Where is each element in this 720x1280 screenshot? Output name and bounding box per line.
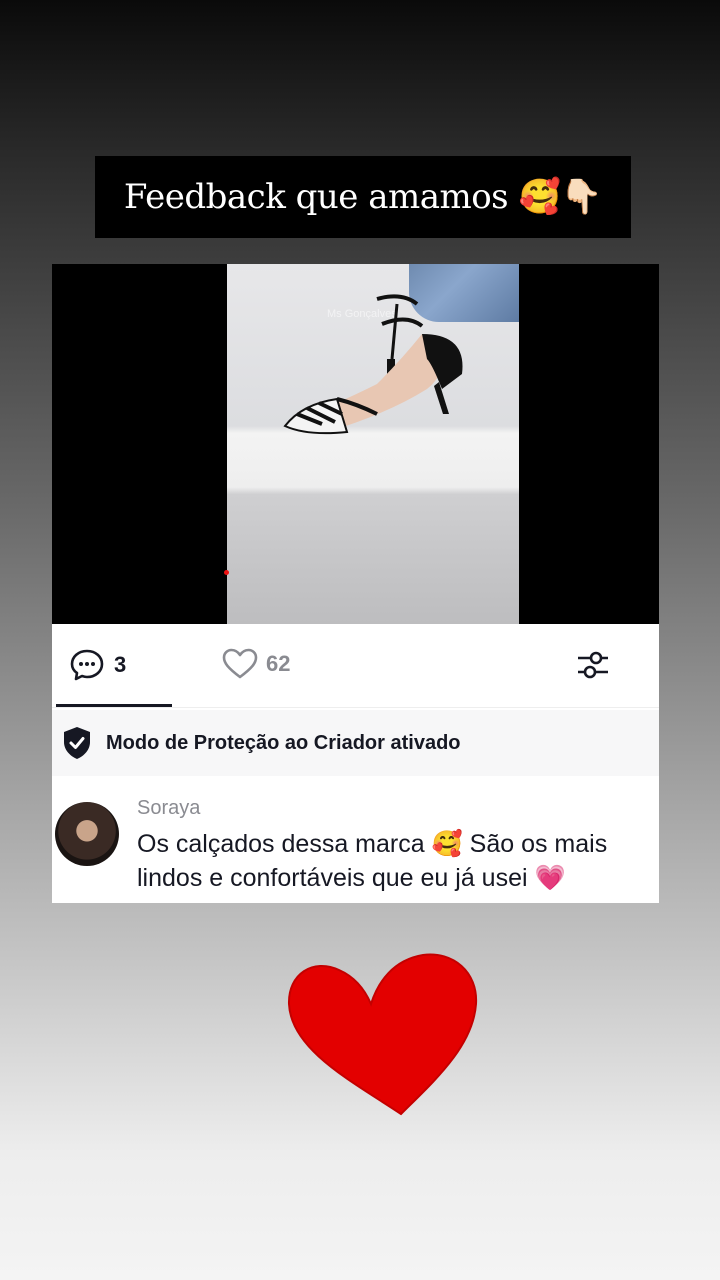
heart-outline-icon [222, 648, 258, 679]
red-dot [224, 570, 229, 575]
video-thumbnail[interactable]: Ms Gonçalves [52, 264, 659, 624]
big-heart-icon [287, 953, 478, 1116]
banner-title: Feedback que amamos 🥰👇🏻 [123, 177, 603, 217]
likes-tab[interactable]: 62 [222, 648, 290, 680]
shoe-illustration [283, 294, 463, 435]
action-bar: 3 62 [52, 624, 659, 708]
comment-item: Soraya Os calçados dessa marca 🥰 São os … [52, 794, 659, 903]
comment-username[interactable]: Soraya [137, 797, 200, 820]
filter-button[interactable] [576, 649, 610, 686]
avatar[interactable] [55, 802, 119, 866]
comment-text: Os calçados dessa marca 🥰 São os mais li… [137, 830, 608, 892]
protection-label: Modo de Proteção ao Criador ativado [106, 731, 461, 754]
like-count: 62 [266, 651, 291, 676]
creator-protection-banner: Modo de Proteção ao Criador ativado [52, 710, 659, 776]
filter-sliders-icon [578, 651, 608, 679]
title-banner: Feedback que amamos 🥰👇🏻 [95, 156, 631, 238]
comment-card: Ms Gonçalves 3 62 Modo de Proteção ao Cr… [52, 264, 659, 903]
comment-icon [70, 649, 104, 681]
comments-tab[interactable]: 3 [70, 648, 126, 682]
shield-check-icon [64, 727, 90, 759]
comment-count: 3 [114, 652, 127, 677]
video-frame: Ms Gonçalves [227, 264, 519, 624]
active-tab-indicator [56, 704, 172, 707]
